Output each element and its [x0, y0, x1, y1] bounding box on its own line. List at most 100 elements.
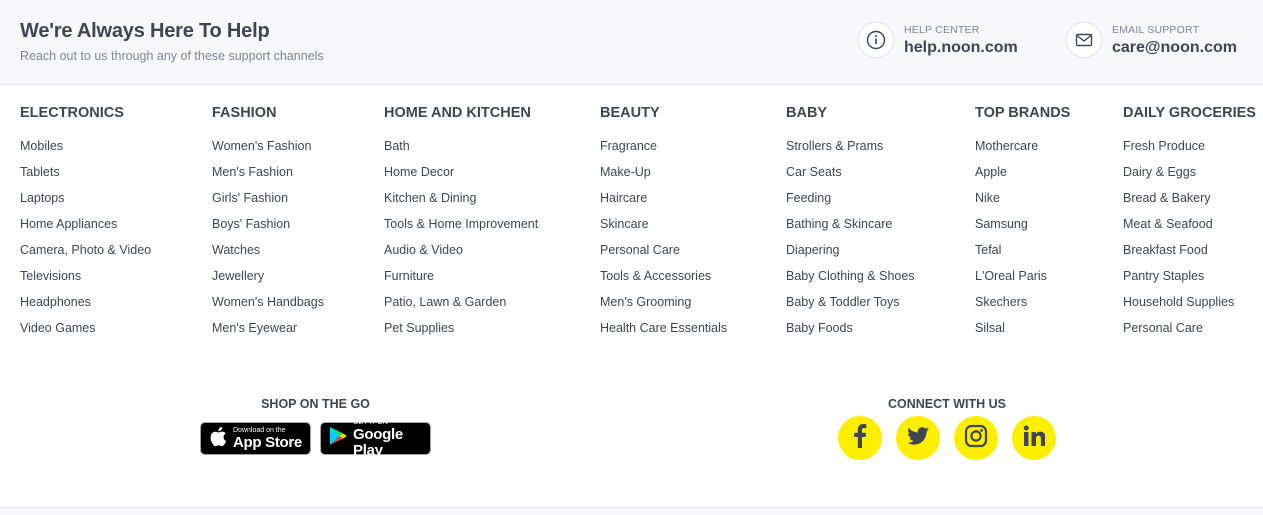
- column-heading: HOME AND KITCHEN: [384, 105, 531, 121]
- column-electronics: ELECTRONICS Mobiles Tablets Laptops Home…: [20, 104, 151, 341]
- connect-with-us: CONNECT WITH US: [838, 397, 1056, 460]
- column-link[interactable]: Televisions: [20, 263, 151, 289]
- column-link[interactable]: Apple: [975, 159, 1070, 185]
- column-link[interactable]: Personal Care: [600, 237, 727, 263]
- column-link[interactable]: Women's Handbags: [212, 289, 324, 315]
- column-link[interactable]: Strollers & Prams: [786, 133, 915, 159]
- help-banner: We're Always Here To Help Reach out to u…: [0, 0, 1263, 85]
- column-link[interactable]: Skechers: [975, 289, 1070, 315]
- google-play-icon: [329, 426, 347, 451]
- column-link[interactable]: Tefal: [975, 237, 1070, 263]
- column-link[interactable]: Baby & Toddler Toys: [786, 289, 915, 315]
- column-fashion: FASHION Women's Fashion Men's Fashion Gi…: [212, 104, 324, 341]
- column-link[interactable]: Diapering: [786, 237, 915, 263]
- column-link[interactable]: Breakfast Food: [1123, 237, 1256, 263]
- column-link[interactable]: Skincare: [600, 211, 727, 237]
- column-link[interactable]: Silsal: [975, 315, 1070, 341]
- column-beauty: BEAUTY Fragrance Make-Up Haircare Skinca…: [600, 104, 727, 341]
- column-link[interactable]: Pet Supplies: [384, 315, 538, 341]
- column-link[interactable]: Men's Eyewear: [212, 315, 324, 341]
- column-link[interactable]: Tools & Accessories: [600, 263, 727, 289]
- column-link[interactable]: Bath: [384, 133, 538, 159]
- column-heading: TOP BRANDS: [975, 105, 1071, 121]
- shop-title: SHOP ON THE GO: [261, 397, 370, 411]
- google-play-big-text: Google Play: [353, 425, 403, 459]
- column-link[interactable]: L'Oreal Paris: [975, 263, 1070, 289]
- google-play-badge[interactable]: GET IT ON Google Play: [320, 419, 431, 458]
- column-link[interactable]: Camera, Photo & Video: [20, 237, 151, 263]
- column-link[interactable]: Laptops: [20, 185, 151, 211]
- twitter-icon: [907, 426, 929, 450]
- help-center-label: HELP CENTER: [904, 23, 980, 36]
- column-link[interactable]: Health Care Essentials: [600, 315, 727, 341]
- help-title: We're Always Here To Help: [20, 20, 270, 42]
- column-link[interactable]: Personal Care: [1123, 315, 1256, 341]
- column-link[interactable]: Home Decor: [384, 159, 538, 185]
- column-link[interactable]: Samsung: [975, 211, 1070, 237]
- column-heading: ELECTRONICS: [20, 105, 124, 121]
- column-link[interactable]: Women's Fashion: [212, 133, 324, 159]
- column-link[interactable]: Boys' Fashion: [212, 211, 324, 237]
- column-link[interactable]: Dairy & Eggs: [1123, 159, 1256, 185]
- column-link[interactable]: Men's Grooming: [600, 289, 727, 315]
- column-link[interactable]: Video Games: [20, 315, 151, 341]
- shop-on-the-go: SHOP ON THE GO Download on the App Store: [200, 397, 431, 458]
- email-support-value[interactable]: care@noon.com: [1112, 38, 1237, 58]
- column-daily-groceries: DAILY GROCERIES Fresh Produce Dairy & Eg…: [1123, 104, 1256, 341]
- help-center-link[interactable]: HELP CENTER help.noon.com: [858, 22, 1018, 58]
- column-link[interactable]: Tools & Home Improvement: [384, 211, 538, 237]
- column-baby: BABY Strollers & Prams Car Seats Feeding…: [786, 104, 915, 341]
- app-store-big-text: App Store: [233, 433, 302, 451]
- twitter-link[interactable]: [896, 416, 940, 460]
- column-link[interactable]: Household Supplies: [1123, 289, 1256, 315]
- column-top-brands: TOP BRANDS Mothercare Apple Nike Samsung…: [975, 104, 1070, 341]
- help-subtitle: Reach out to us through any of these sup…: [20, 49, 324, 63]
- mail-icon: [1066, 22, 1102, 58]
- facebook-link[interactable]: [838, 416, 882, 460]
- column-heading: BABY: [786, 105, 828, 121]
- facebook-icon: [853, 423, 867, 453]
- column-link[interactable]: Pantry Staples: [1123, 263, 1256, 289]
- column-heading: DAILY GROCERIES: [1123, 105, 1256, 121]
- column-link[interactable]: Bathing & Skincare: [786, 211, 915, 237]
- column-link[interactable]: Meat & Seafood: [1123, 211, 1256, 237]
- column-link[interactable]: Fragrance: [600, 133, 727, 159]
- connect-title: CONNECT WITH US: [887, 397, 1007, 411]
- column-link[interactable]: Nike: [975, 185, 1070, 211]
- column-link[interactable]: Furniture: [384, 263, 538, 289]
- column-link[interactable]: Kitchen & Dining: [384, 185, 538, 211]
- instagram-icon: [964, 424, 988, 453]
- column-link[interactable]: Baby Foods: [786, 315, 915, 341]
- column-link[interactable]: Car Seats: [786, 159, 915, 185]
- column-link[interactable]: Fresh Produce: [1123, 133, 1256, 159]
- column-home-kitchen: HOME AND KITCHEN Bath Home Decor Kitchen…: [384, 104, 538, 341]
- column-link[interactable]: Men's Fashion: [212, 159, 324, 185]
- column-link[interactable]: Audio & Video: [384, 237, 538, 263]
- app-store-badge[interactable]: Download on the App Store: [200, 422, 311, 455]
- column-link[interactable]: Mobiles: [20, 133, 151, 159]
- help-center-value[interactable]: help.noon.com: [904, 38, 1018, 58]
- email-support-label: EMAIL SUPPORT: [1112, 23, 1200, 36]
- column-heading: BEAUTY: [600, 105, 660, 121]
- linkedin-link[interactable]: [1012, 416, 1056, 460]
- column-link[interactable]: Bread & Bakery: [1123, 185, 1256, 211]
- column-link[interactable]: Home Appliances: [20, 211, 151, 237]
- bottom-divider: [0, 507, 1263, 515]
- column-link[interactable]: Mothercare: [975, 133, 1070, 159]
- column-link[interactable]: Baby Clothing & Shoes: [786, 263, 915, 289]
- linkedin-icon: [1023, 425, 1046, 452]
- column-link[interactable]: Watches: [212, 237, 324, 263]
- column-link[interactable]: Make-Up: [600, 159, 727, 185]
- column-heading: FASHION: [212, 105, 277, 121]
- column-link[interactable]: Tablets: [20, 159, 151, 185]
- column-link[interactable]: Headphones: [20, 289, 151, 315]
- email-support-link[interactable]: EMAIL SUPPORT care@noon.com: [1066, 22, 1237, 58]
- column-link[interactable]: Haircare: [600, 185, 727, 211]
- info-icon: [858, 22, 894, 58]
- column-link[interactable]: Patio, Lawn & Garden: [384, 289, 538, 315]
- column-link[interactable]: Jewellery: [212, 263, 324, 289]
- instagram-link[interactable]: [954, 416, 998, 460]
- column-link[interactable]: Girls' Fashion: [212, 185, 324, 211]
- column-link[interactable]: Feeding: [786, 185, 915, 211]
- apple-icon: [209, 426, 227, 452]
